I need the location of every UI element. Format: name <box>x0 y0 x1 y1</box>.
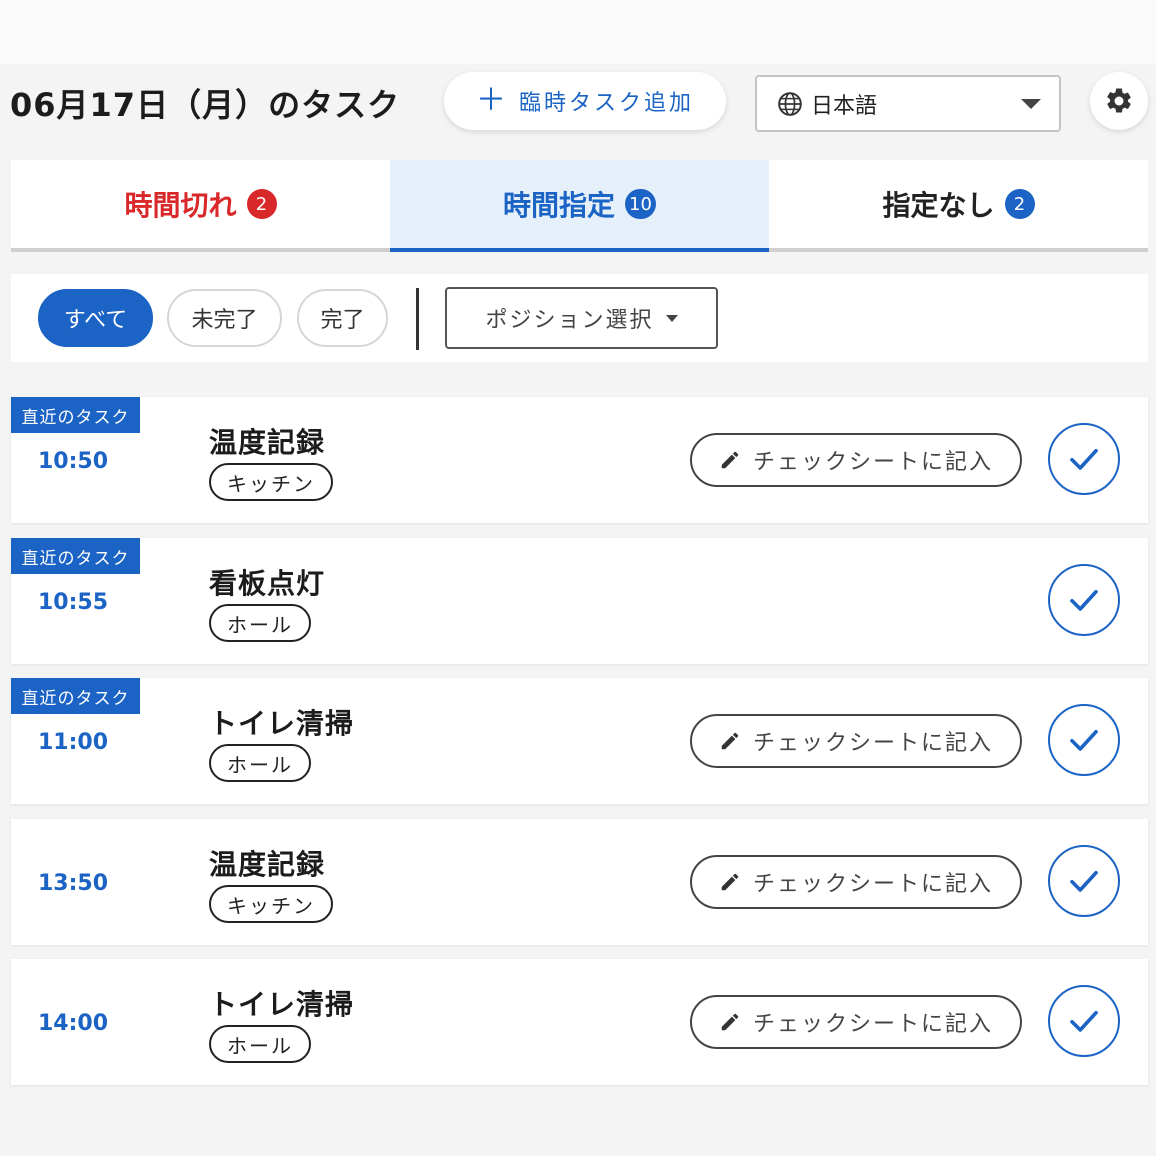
task-name: トイレ清掃 <box>209 988 355 1021</box>
language-select[interactable]: 日本語 <box>755 75 1061 132</box>
language-value: 日本語 <box>811 93 878 119</box>
position-select-label: ポジション選択 <box>485 308 654 333</box>
settings-button[interactable] <box>1090 72 1148 130</box>
count-badge: 2 <box>1004 189 1035 219</box>
task-time: 13:50 <box>38 871 109 896</box>
fill-check-sheet-button[interactable]: チェックシートに記入 <box>690 855 1022 909</box>
page-header: 06月17日（月）のタスク ＋ 臨時タスク追加 日本語 <box>0 64 1156 160</box>
filter-all-chip[interactable]: すべて <box>38 289 153 347</box>
complete-task-button[interactable] <box>1048 423 1120 495</box>
pencil-icon <box>721 873 739 891</box>
position-tag: ホール <box>209 604 311 642</box>
globe-icon <box>778 91 802 116</box>
pencil-icon <box>721 732 739 750</box>
count-badge: 2 <box>246 189 277 219</box>
task-name: トイレ清掃 <box>209 707 355 740</box>
task-time: 10:55 <box>38 590 109 615</box>
task-row: 13:50 温度記録 キッチン チェックシートに記入 <box>11 819 1148 945</box>
task-time: 10:50 <box>38 449 109 474</box>
complete-task-button[interactable] <box>1048 845 1120 917</box>
check-icon <box>1070 870 1098 892</box>
task-name: 看板点灯 <box>209 567 326 600</box>
fill-check-sheet-button[interactable]: チェックシートに記入 <box>690 714 1022 768</box>
filter-divider <box>416 288 419 350</box>
complete-task-button[interactable] <box>1048 704 1120 776</box>
tab-label: 指定なし <box>882 189 995 222</box>
add-task-label: 臨時タスク追加 <box>518 91 694 116</box>
complete-task-button[interactable] <box>1048 564 1120 636</box>
task-tabs: 時間切れ 2 時間指定 10 指定なし 2 <box>11 160 1148 252</box>
check-icon <box>1070 729 1098 751</box>
tab-expired[interactable]: 時間切れ 2 <box>11 160 390 252</box>
filter-complete-chip[interactable]: 完了 <box>297 289 388 347</box>
top-band <box>0 0 1156 64</box>
tab-unspecified[interactable]: 指定なし 2 <box>769 160 1148 252</box>
fill-check-sheet-button[interactable]: チェックシートに記入 <box>690 433 1022 487</box>
recent-task-ribbon: 直近のタスク <box>11 397 140 433</box>
task-time: 11:00 <box>38 730 109 755</box>
recent-task-ribbon: 直近のタスク <box>11 538 140 574</box>
filter-incomplete-chip[interactable]: 未完了 <box>167 289 282 347</box>
position-tag: キッチン <box>209 463 333 501</box>
pencil-icon <box>721 451 739 469</box>
task-name: 温度記録 <box>209 426 326 459</box>
count-badge: 10 <box>625 189 656 219</box>
position-tag: ホール <box>209 744 311 782</box>
position-select[interactable]: ポジション選択 <box>445 287 718 349</box>
tab-label: 時間切れ <box>124 189 237 222</box>
check-icon <box>1070 448 1098 470</box>
sheet-button-label: チェックシートに記入 <box>752 872 993 897</box>
task-name: 温度記録 <box>209 848 326 881</box>
tab-time-specified[interactable]: 時間指定 10 <box>390 160 769 252</box>
task-row: 直近のタスク 10:55 看板点灯 ホール <box>11 538 1148 664</box>
sheet-button-label: チェックシートに記入 <box>752 731 993 756</box>
plus-icon: ＋ <box>475 83 509 118</box>
add-temporary-task-button[interactable]: ＋ 臨時タスク追加 <box>444 72 726 130</box>
sheet-button-label: チェックシートに記入 <box>752 1012 993 1037</box>
chevron-down-icon <box>665 314 678 322</box>
task-row: 直近のタスク 11:00 トイレ清掃 ホール チェックシートに記入 <box>11 678 1148 804</box>
position-tag: ホール <box>209 1025 311 1063</box>
page-title: 06月17日（月）のタスク <box>10 86 401 124</box>
fill-check-sheet-button[interactable]: チェックシートに記入 <box>690 995 1022 1049</box>
sheet-button-label: チェックシートに記入 <box>752 450 993 475</box>
gear-icon <box>1107 88 1131 113</box>
check-icon <box>1070 589 1098 611</box>
task-row: 14:00 トイレ清掃 ホール チェックシートに記入 <box>11 959 1148 1085</box>
pencil-icon <box>721 1013 739 1031</box>
filter-bar: すべて 未完了 完了 ポジション選択 <box>11 274 1148 362</box>
complete-task-button[interactable] <box>1048 985 1120 1057</box>
task-time: 14:00 <box>38 1011 109 1036</box>
chevron-down-icon <box>1021 99 1041 109</box>
task-row: 直近のタスク 10:50 温度記録 キッチン チェックシートに記入 <box>11 397 1148 523</box>
check-icon <box>1070 1010 1098 1032</box>
tab-label: 時間指定 <box>503 189 616 222</box>
recent-task-ribbon: 直近のタスク <box>11 678 140 714</box>
position-tag: キッチン <box>209 885 333 923</box>
